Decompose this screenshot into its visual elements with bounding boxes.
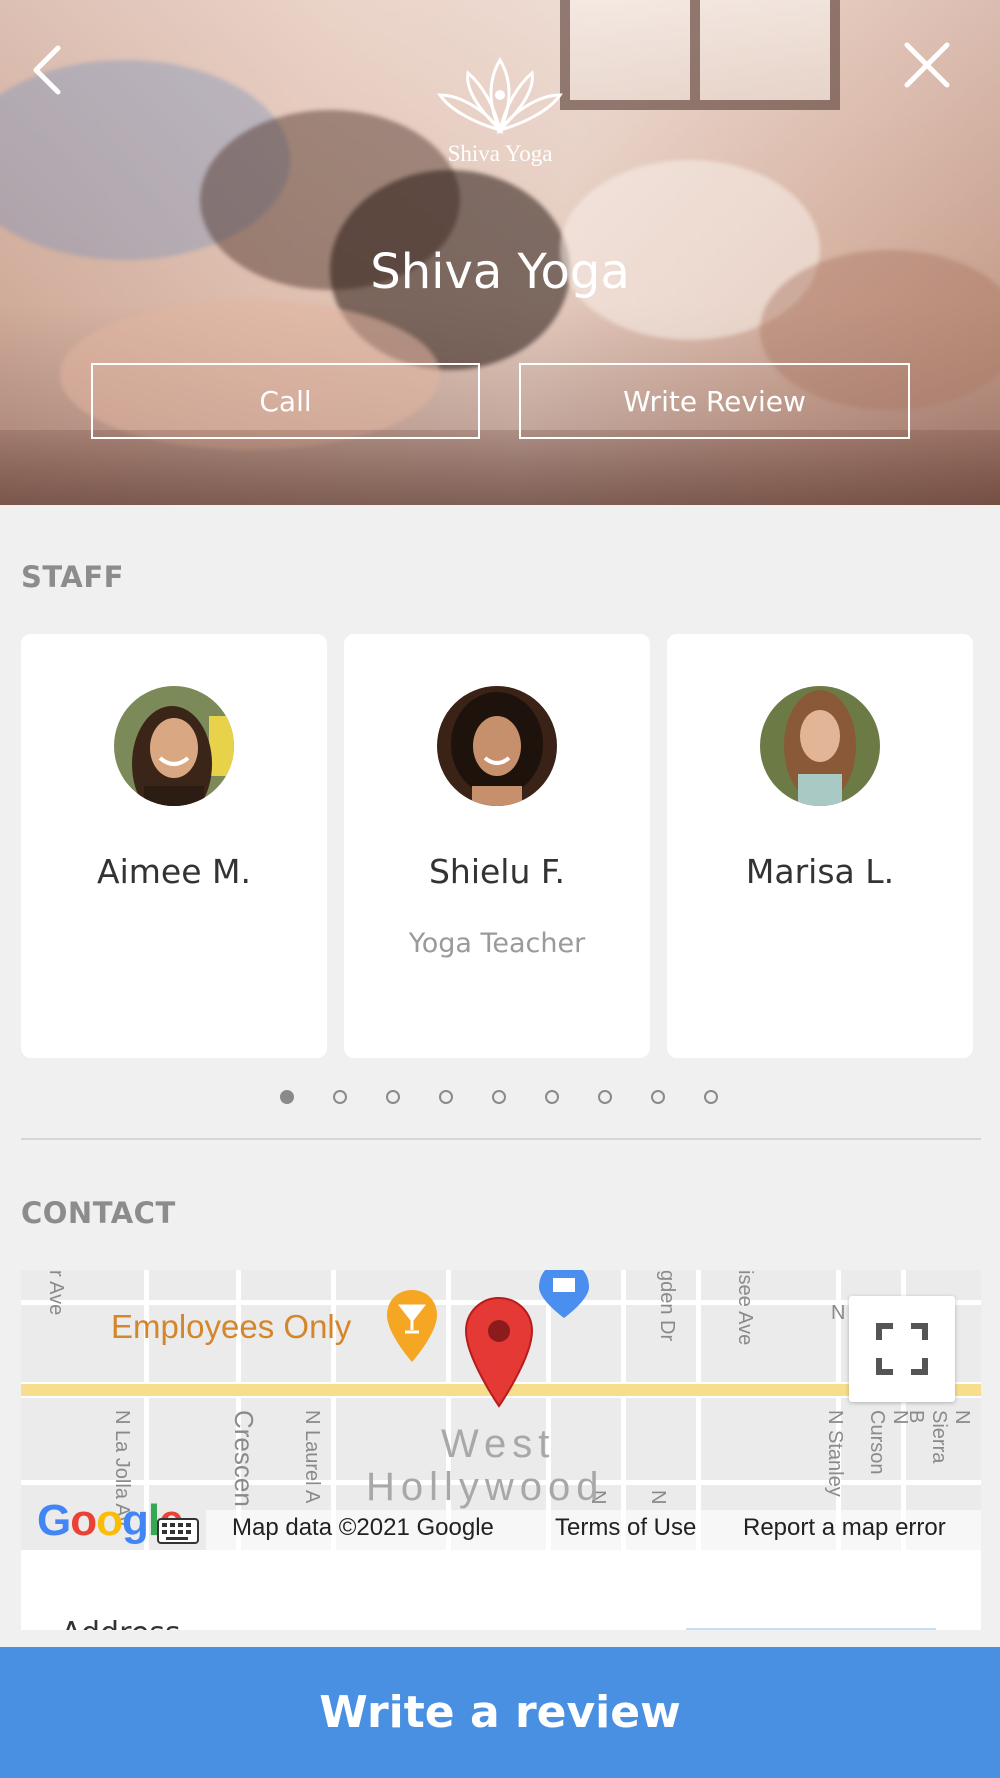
bar-pin-icon[interactable] — [384, 1288, 440, 1364]
close-button[interactable] — [902, 40, 952, 90]
map[interactable]: r Ave gden Dr isee Ave N N La Jolla Av C… — [21, 1270, 981, 1550]
section-divider — [21, 1138, 981, 1140]
map-street-label: isee Ave — [734, 1270, 756, 1346]
avatar — [760, 686, 880, 806]
pagination-dot[interactable] — [598, 1090, 612, 1104]
map-street-label: gden Dr — [656, 1270, 678, 1342]
staff-card[interactable]: Shielu F. Yoga Teacher — [344, 634, 650, 1058]
keyboard-icon[interactable] — [157, 1518, 199, 1544]
map-attribution: Map data ©2021 Google — [232, 1514, 494, 1541]
hero-banner: Shiva Yoga Shiva Yoga Call Write Review — [0, 0, 1000, 505]
map-terms-link[interactable]: Terms of Use — [555, 1514, 696, 1542]
map-area-label: Hollywood — [366, 1465, 605, 1509]
business-title: Shiva Yoga — [370, 244, 630, 300]
address-label: Address — [61, 1616, 180, 1630]
map-area-label: West — [441, 1422, 556, 1466]
map-street-label: r Ave — [45, 1270, 67, 1316]
location-marker-icon[interactable] — [464, 1296, 534, 1408]
close-icon — [904, 42, 950, 88]
fullscreen-icon — [876, 1323, 928, 1375]
map-street-label: N Sierra B — [905, 1410, 973, 1464]
back-button[interactable] — [28, 42, 68, 98]
pagination-dot[interactable] — [545, 1090, 559, 1104]
pagination-dot[interactable] — [704, 1090, 718, 1104]
shopping-pin-icon[interactable] — [536, 1270, 592, 1320]
map-report-link[interactable]: Report a map error — [743, 1514, 946, 1542]
pagination-dot[interactable] — [333, 1090, 347, 1104]
pagination-dot[interactable] — [492, 1090, 506, 1104]
logo-text: Shiva Yoga — [447, 141, 553, 166]
lotus-icon — [437, 57, 563, 135]
pagination-dot[interactable] — [280, 1090, 294, 1104]
staff-name: Shielu F. — [428, 852, 566, 891]
map-street-label: N Laurel A — [301, 1410, 323, 1504]
map-street-label: Crescen — [229, 1410, 259, 1507]
brand-logo: Shiva Yoga — [430, 55, 570, 170]
staff-name: Marisa L. — [745, 852, 895, 891]
staff-card[interactable]: Aimee M. — [21, 634, 327, 1058]
fullscreen-button[interactable] — [849, 1296, 955, 1402]
map-street-label: N — [647, 1490, 669, 1505]
contact-section-title: CONTACT — [21, 1196, 176, 1230]
map-street — [621, 1270, 626, 1550]
call-button[interactable]: Call — [91, 363, 480, 439]
map-street — [696, 1270, 701, 1550]
write-review-button[interactable]: Write Review — [519, 363, 910, 439]
contact-card: Address — [21, 1550, 981, 1630]
staff-pagination — [0, 1090, 1000, 1104]
map-street-label: N — [831, 1302, 846, 1324]
avatar — [114, 686, 234, 806]
map-footer: Google Map data ©2021 Google Terms of Us… — [21, 1496, 981, 1550]
map-street-label: N Stanley — [824, 1410, 846, 1497]
staff-section-title: STAFF — [21, 560, 124, 594]
pagination-dot[interactable] — [386, 1090, 400, 1104]
hero-window — [560, 0, 840, 110]
staff-role: Yoga Teacher — [408, 928, 586, 959]
avatar — [437, 686, 557, 806]
pagination-dot[interactable] — [651, 1090, 665, 1104]
staff-name: Aimee M. — [97, 852, 251, 891]
staff-card[interactable]: Marisa L. — [667, 634, 973, 1058]
address-link[interactable] — [686, 1628, 936, 1630]
chevron-left-icon — [33, 45, 61, 95]
map-poi-label: Employees Only — [111, 1308, 352, 1345]
hero-floor — [0, 430, 1000, 505]
pagination-dot[interactable] — [439, 1090, 453, 1104]
write-a-review-button[interactable]: Write a review — [0, 1647, 1000, 1778]
